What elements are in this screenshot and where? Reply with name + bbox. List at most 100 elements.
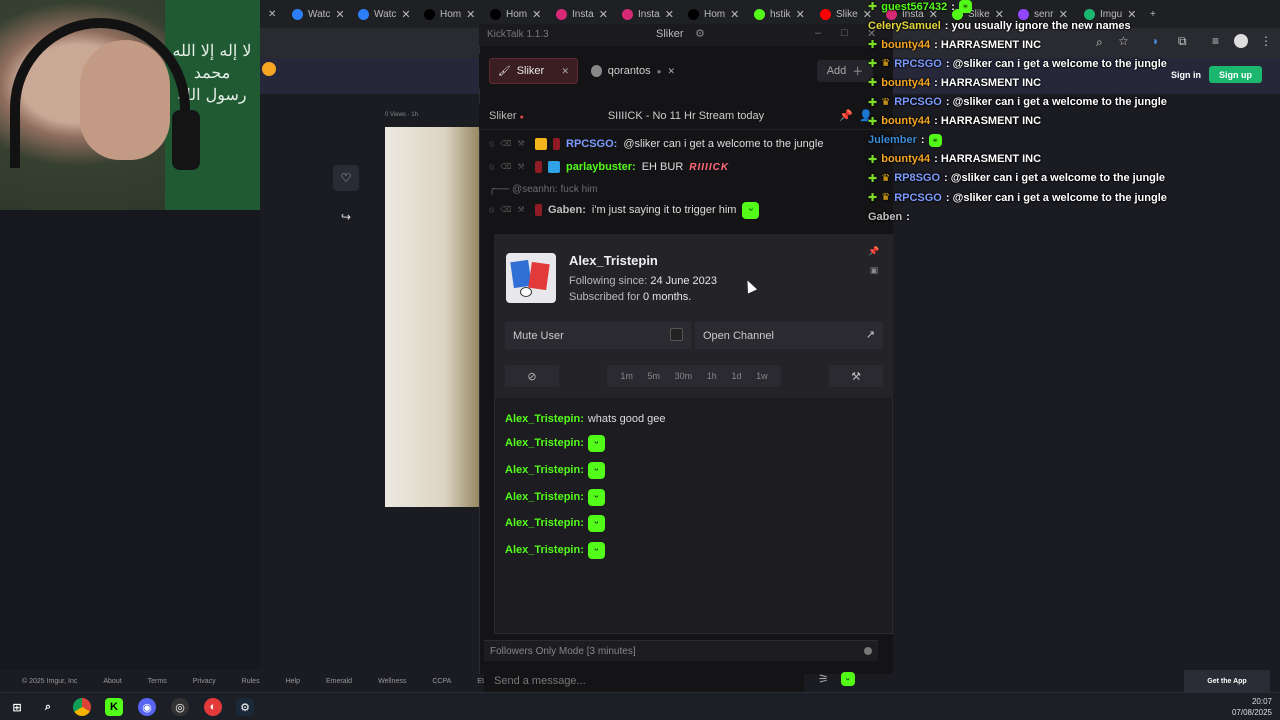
chat-username[interactable]: RPCSGO:: [566, 138, 617, 150]
user-message: Alex_Tristepin: ᵕ: [505, 433, 605, 453]
minimize-icon[interactable]: –: [815, 27, 821, 39]
face: [80, 40, 170, 160]
overlay-text: : HARRASMENT INC: [934, 38, 1042, 51]
timeout-30m[interactable]: 30m: [675, 371, 693, 381]
user-message: Alex_Tristepin: ᵕ: [505, 460, 605, 480]
profile-icon[interactable]: [1234, 34, 1248, 48]
diamond-badge-icon: ✚: [868, 96, 878, 109]
emote-icon: ᵕ: [587, 461, 605, 479]
app-icon[interactable]: ◐: [204, 698, 222, 716]
hammer-button[interactable]: ⚒: [829, 365, 883, 387]
chat-text: @sliker can i get a welcome to the jungl…: [623, 138, 824, 150]
tab-close-icon[interactable]: ✕: [667, 66, 675, 77]
tab-close-icon[interactable]: ✕: [730, 8, 739, 21]
pin-card-icon[interactable]: 📌: [868, 246, 880, 258]
mute-checkbox[interactable]: [670, 328, 683, 341]
footer-link[interactable]: Terms: [148, 678, 167, 685]
overlay-username: RP8SGO: [894, 172, 941, 185]
tab-close-icon[interactable]: ✕: [532, 8, 541, 21]
overlay-text: : @sliker can i get a welcome to the jun…: [945, 96, 1167, 108]
get-app-button[interactable]: Get the App: [1184, 670, 1270, 692]
post-image[interactable]: [385, 127, 485, 507]
mute-user-toggle[interactable]: Mute User: [505, 322, 691, 349]
kick-icon: [754, 8, 765, 20]
sign-up-button[interactable]: Sign up: [1209, 66, 1262, 83]
timeout-1d[interactable]: 1d: [731, 371, 741, 381]
copy-icon[interactable]: ▣: [868, 265, 880, 277]
tab-close-icon[interactable]: ✕: [466, 8, 475, 21]
clock: 20:07 07/08/2025: [1231, 697, 1272, 717]
chat-input[interactable]: Send a message...: [484, 668, 804, 694]
tab-close-icon[interactable]: ✕: [260, 0, 284, 28]
open-channel-button[interactable]: Open Channel ↗: [695, 322, 883, 349]
overlay-text: :: [920, 134, 925, 147]
search-icon[interactable]: ⌕: [39, 698, 57, 716]
chat-username[interactable]: parlaybuster:: [566, 161, 636, 173]
browser-tab-label: Insta: [572, 8, 594, 20]
emote-icon: ᵕ: [587, 514, 605, 532]
overlay-text: :: [951, 0, 955, 13]
mod-actions-icon[interactable]: ⦸⌫⚒: [489, 139, 529, 149]
footer-link[interactable]: Help: [286, 678, 300, 685]
info-icon[interactable]: [864, 647, 872, 655]
menu-icon[interactable]: ⋮: [1260, 34, 1272, 48]
playlist-icon[interactable]: ≡: [1212, 34, 1219, 48]
tab-close-icon[interactable]: ✕: [665, 8, 674, 21]
puzzle-icon[interactable]: ⧉: [1178, 34, 1187, 49]
mod-actions-icon[interactable]: ⦸⌫⚒: [489, 162, 529, 172]
share-icon[interactable]: ↪: [333, 204, 359, 230]
browser-tab[interactable]: Watc ✕: [350, 0, 416, 28]
obs-icon[interactable]: ◎: [171, 698, 189, 716]
pin-icon[interactable]: 📌: [839, 109, 853, 122]
overlay-username: RPCSGO: [894, 191, 942, 204]
emote-picker-icon[interactable]: ᵕ: [840, 672, 855, 686]
emote-icon: ᵕ: [587, 434, 605, 452]
tab-close-icon[interactable]: ✕: [599, 8, 608, 21]
tab-close-icon[interactable]: ✕: [561, 66, 569, 77]
browser-tab[interactable]: Watc ✕: [284, 0, 350, 28]
chrome-icon[interactable]: [73, 698, 91, 716]
add-channel-button[interactable]: Add ＋: [817, 60, 873, 82]
timeout-1m[interactable]: 1m: [620, 371, 633, 381]
footer-link[interactable]: CCPA: [432, 678, 451, 685]
footer-link[interactable]: About: [103, 678, 121, 685]
sign-in-button[interactable]: Sign in: [1166, 66, 1206, 83]
gear-icon[interactable]: ⚙: [695, 27, 705, 40]
overlay-text: : @sliker can i get a welcome to the jun…: [944, 172, 1166, 185]
chat-username[interactable]: Gaben:: [548, 204, 586, 216]
timeout-5m[interactable]: 5m: [647, 371, 660, 381]
footer-link[interactable]: Wellness: [378, 678, 406, 685]
heart-icon[interactable]: ♡: [333, 165, 359, 191]
footer-link[interactable]: Rules: [242, 678, 260, 685]
chat-message[interactable]: ⦸⌫⚒ parlaybuster: EH BUR RIIIICK: [489, 157, 884, 177]
extension-icon[interactable]: ◗: [1152, 34, 1159, 48]
browser-tab[interactable]: Hom ✕: [416, 0, 482, 28]
timeout-1w[interactable]: 1w: [756, 371, 768, 381]
tab-close-icon[interactable]: ✕: [335, 8, 344, 21]
footer-link[interactable]: Emerald: [326, 678, 352, 685]
windows-start-icon[interactable]: ⊞: [8, 698, 26, 716]
overlay-username: CelerySamuel: [868, 19, 941, 32]
timeout-1h[interactable]: 1h: [707, 371, 717, 381]
imgur-logo-icon[interactable]: [262, 62, 276, 76]
search-icon[interactable]: ⌕: [1096, 35, 1103, 50]
maximize-icon[interactable]: □: [841, 27, 848, 39]
tab-close-icon[interactable]: ✕: [401, 8, 410, 21]
window-user[interactable]: Sliker: [656, 28, 684, 40]
new-tab-icon[interactable]: +: [1142, 0, 1166, 28]
discord-icon[interactable]: ◉: [138, 698, 156, 716]
chat-message[interactable]: ⦸⌫⚒ RPCSGO: @sliker can i get a welcome …: [489, 134, 884, 154]
tab-sliker[interactable]: 🖌 Sliker ✕: [489, 58, 578, 84]
overlay-chat-message: ✚ bounty44: HARRASMENT INC: [868, 73, 1041, 92]
footer-link[interactable]: © 2025 Imgur, Inc: [22, 678, 77, 685]
ban-button[interactable]: ⊘: [505, 365, 559, 387]
steam-icon[interactable]: ⚙: [236, 698, 254, 716]
star-icon[interactable]: ☆: [1118, 34, 1129, 48]
tab-close-icon[interactable]: ✕: [796, 8, 805, 21]
translate-icon[interactable]: ⚞: [818, 672, 829, 686]
footer-link[interactable]: Privacy: [193, 678, 216, 685]
chat-message[interactable]: ⦸⌫⚒ Gaben: i'm just saying it to trigger…: [489, 200, 884, 220]
mod-actions-icon[interactable]: ⦸⌫⚒: [489, 205, 529, 215]
kick-icon[interactable]: K: [105, 698, 123, 716]
tab-qorantos[interactable]: qorantos ● ✕: [583, 58, 683, 84]
